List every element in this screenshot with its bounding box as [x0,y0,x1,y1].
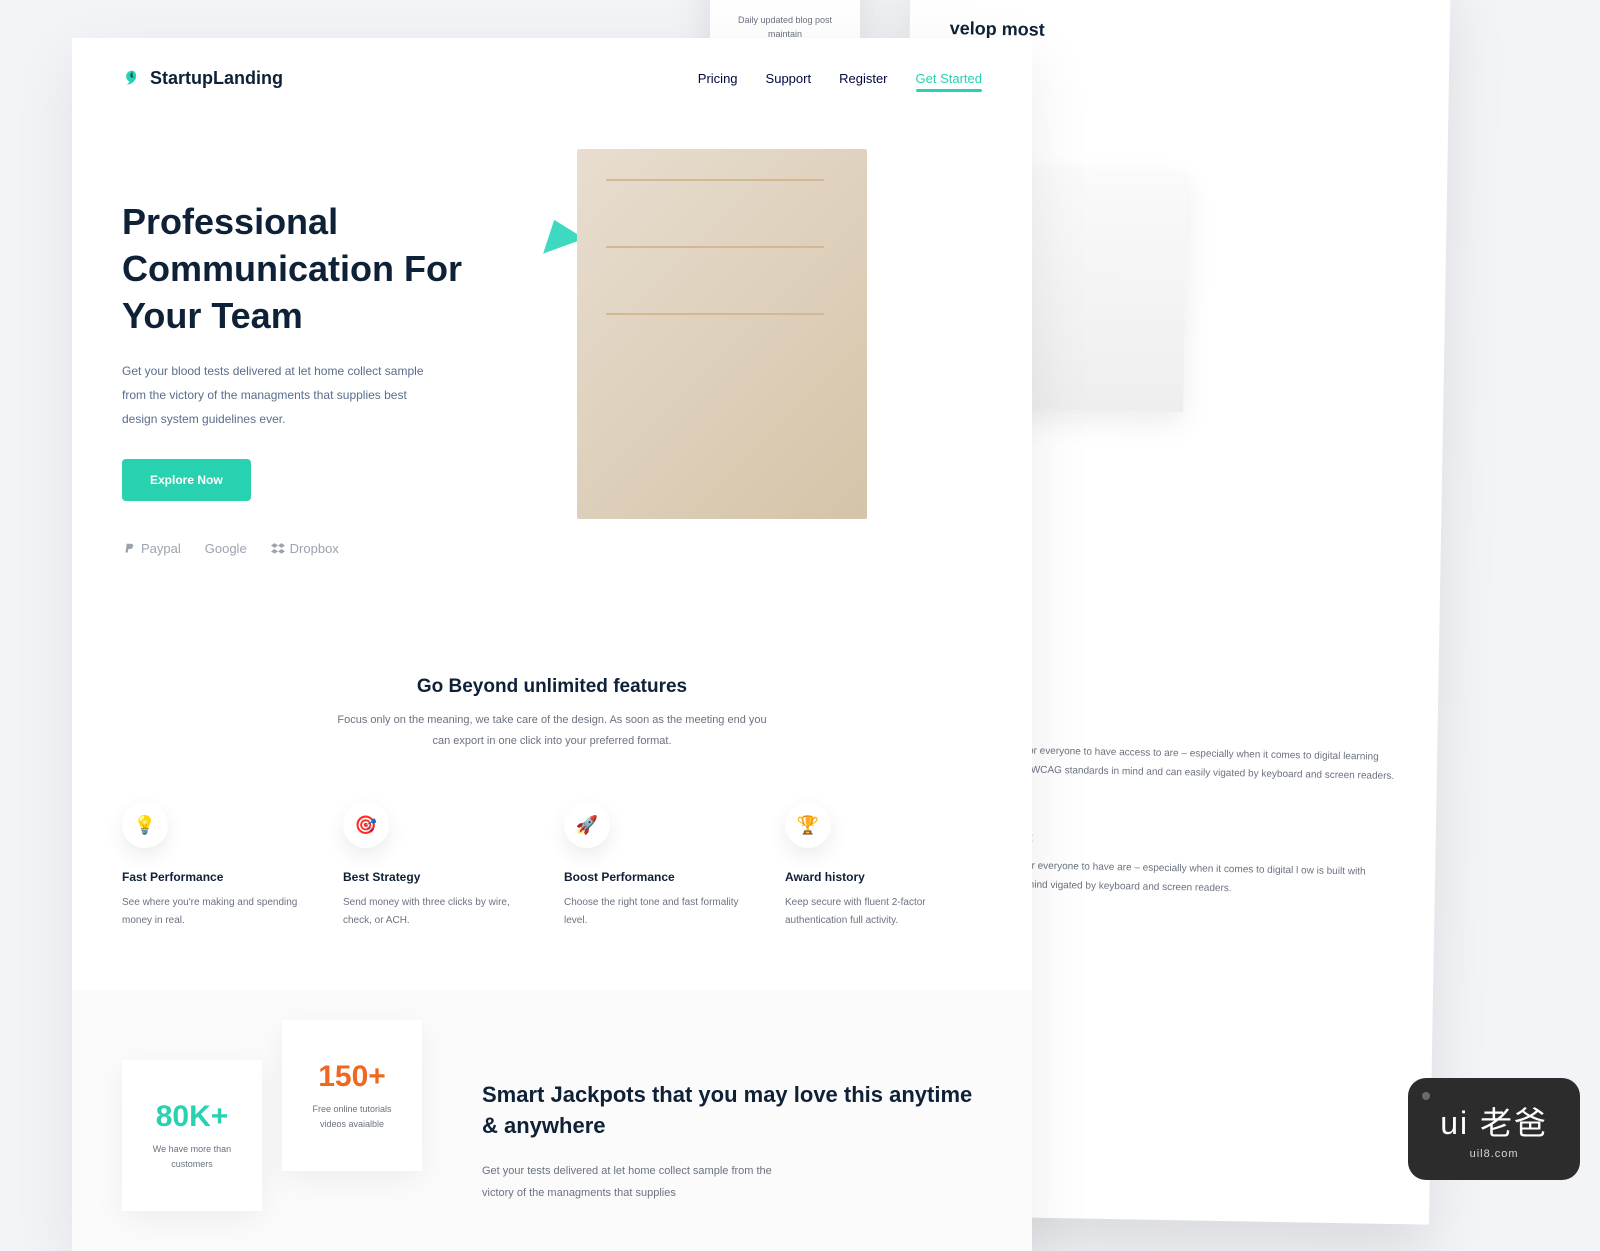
stat-boxes: 80K+ We have more than customers 150+ Fr… [122,1060,422,1211]
jackpots-desc: Get your tests delivered at let home col… [482,1160,782,1204]
feature-desc: Choose the right tone and fast formality… [564,894,761,930]
sponsor-paypal: Paypal [122,541,181,556]
stat-box-customers: 80K+ We have more than customers [122,1060,262,1211]
feature-title: Boost Performance [564,870,761,884]
stat-label: We have more than customers [146,1142,238,1171]
rocket-icon: 🚀 [564,802,610,848]
jackpots-section: 80K+ We have more than customers 150+ Fr… [72,990,1032,1251]
feature-card: 🏆 Award history Keep secure with fluent … [785,802,982,930]
feature-desc: Send money with three clicks by wire, ch… [343,894,540,930]
stat-number: 150+ [306,1060,398,1094]
feature-card: 🚀 Boost Performance Choose the right ton… [564,802,761,930]
features-section: Go Beyond unlimited features Focus only … [72,636,1032,990]
hero-description: Get your blood tests delivered at let ho… [122,359,442,431]
features-subtitle: Focus only on the meaning, we take care … [337,710,767,752]
explore-details-link[interactable]: Explore Details › [1100,0,1178,1]
feature-title: Fast Performance [122,870,319,884]
sponsor-google: Google [205,541,247,556]
features-title: Go Beyond unlimited features [122,676,982,698]
logo-icon [122,69,142,89]
bulb-icon: 💡 [122,802,168,848]
brand-name: StartupLanding [150,68,283,89]
feature-title: Award history [785,870,982,884]
nav-pricing[interactable]: Pricing [698,71,738,86]
feature-title: Best Strategy [343,870,540,884]
sponsor-dropbox: Dropbox [271,541,339,556]
stat-label: Free online tutorials videos avaialble [306,1102,398,1131]
nav-get-started[interactable]: Get Started [916,71,982,86]
dropbox-icon [271,542,285,556]
hero-image [577,149,867,519]
jackpots-title: Smart Jackpots that you may love this an… [482,1080,982,1142]
feature-card: 🎯 Best Strategy Send money with three cl… [343,802,540,930]
nav: Pricing Support Register Get Started [698,71,982,86]
hero-title: Professional Communication For Your Team [122,199,527,339]
stat-number: 90+ [726,0,844,9]
dots-decoration [932,139,1012,319]
main-landing-card: StartupLanding Pricing Support Register … [72,38,1032,1251]
feature-desc: Keep secure with fluent 2-factor authent… [785,894,982,930]
header: StartupLanding Pricing Support Register … [72,38,1032,119]
logo[interactable]: StartupLanding [122,68,283,89]
stat-box-tutorials: 150+ Free online tutorials videos avaial… [282,1020,422,1171]
paypal-icon [122,542,136,556]
watermark-badge: ui 老爸 uil8.com [1408,1078,1580,1180]
hero-section: Professional Communication For Your Team… [72,119,1032,636]
nav-support[interactable]: Support [766,71,812,86]
target-icon: 🎯 [343,802,389,848]
feature-desc: See where you're making and spending mon… [122,894,319,930]
watermark-url: uil8.com [1470,1148,1519,1160]
sponsors-row: Paypal Google Dropbox [122,541,527,556]
nav-register[interactable]: Register [839,71,887,86]
explore-now-button[interactable]: Explore Now [122,459,251,501]
trophy-icon: 🏆 [785,802,831,848]
stat-number: 80K+ [146,1100,238,1134]
feature-card: 💡 Fast Performance See where you're maki… [122,802,319,930]
watermark-text: ui 老爸 [1440,1098,1548,1144]
features-grid: 💡 Fast Performance See where you're maki… [122,802,982,930]
